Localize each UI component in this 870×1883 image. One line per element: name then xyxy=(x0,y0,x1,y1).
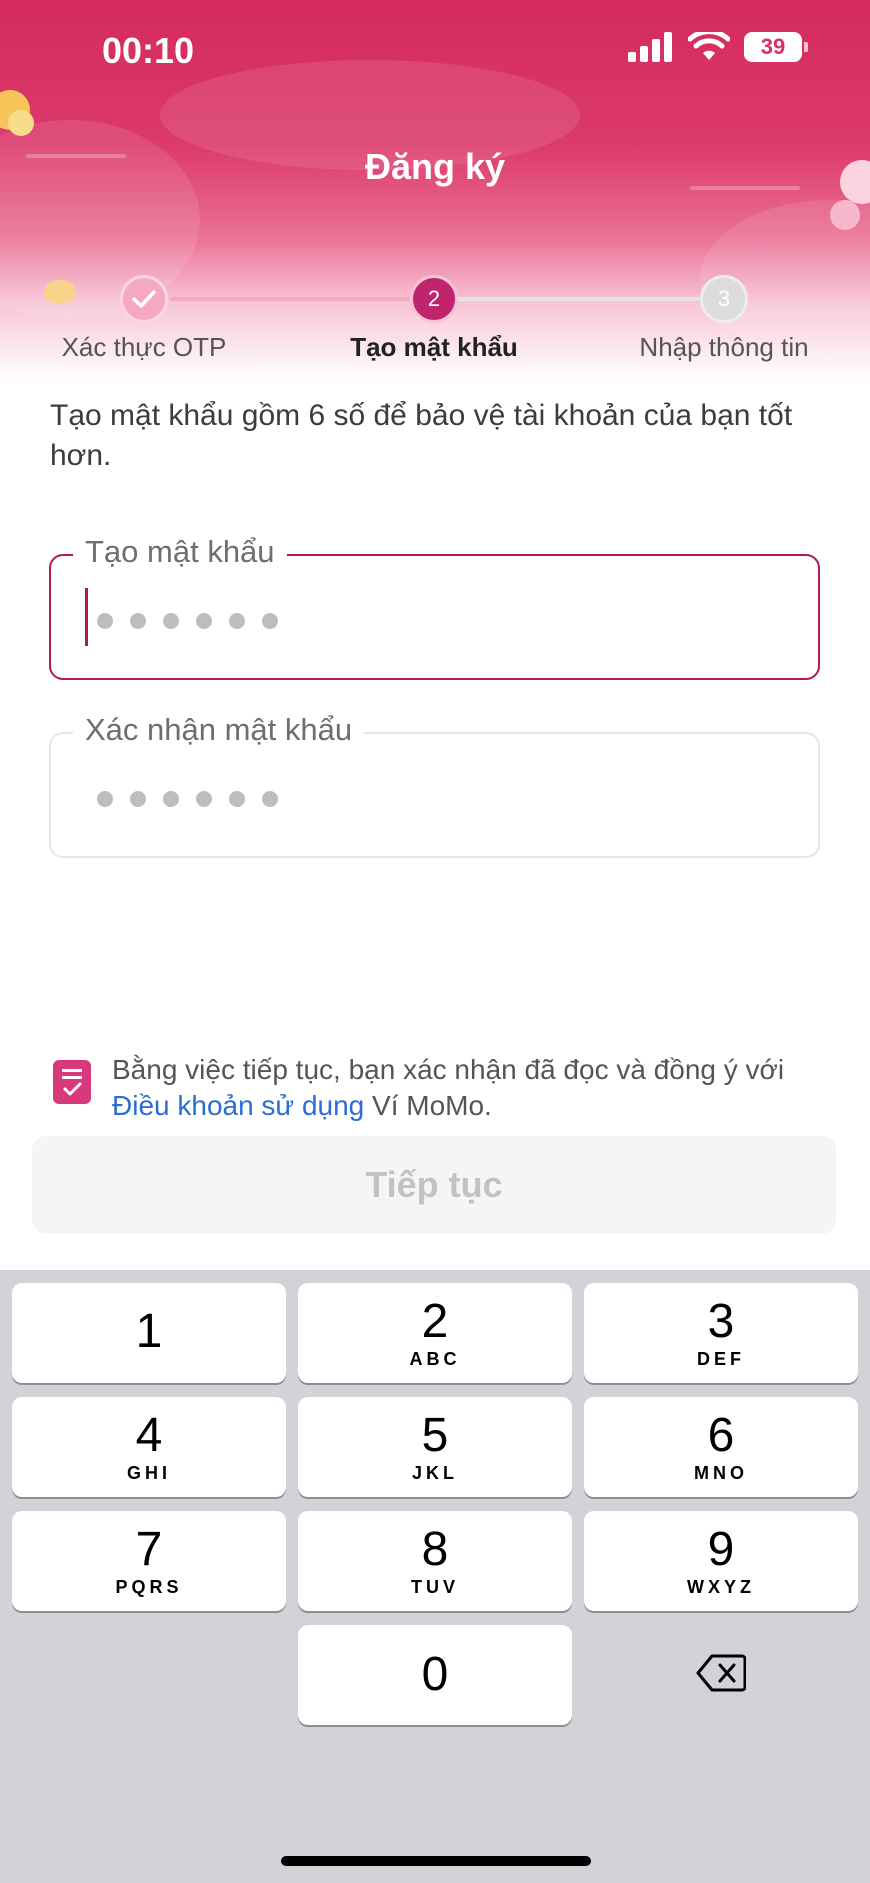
key-number: 8 xyxy=(421,1522,449,1576)
key-number: 4 xyxy=(135,1408,163,1462)
step-3-number: 3 xyxy=(717,286,731,311)
status-time: 00:10 xyxy=(102,30,195,71)
key-letters: GHI xyxy=(126,1462,171,1483)
key-6[interactable]: 6 MNO xyxy=(584,1397,858,1497)
confirm-password-label: Xác nhận mật khẩu xyxy=(73,712,365,748)
key-5[interactable]: 5 JKL xyxy=(298,1397,572,1497)
key-number: 7 xyxy=(135,1522,163,1576)
key-number: 5 xyxy=(421,1408,449,1462)
key-9[interactable]: 9 WXYZ xyxy=(584,1511,858,1611)
digit-placeholder-dot xyxy=(163,791,179,807)
stepper-line-pending xyxy=(458,297,700,301)
key-number: 0 xyxy=(421,1648,449,1701)
digit-placeholder-dot xyxy=(97,791,113,807)
continue-button[interactable]: Tiếp tục xyxy=(32,1136,836,1234)
flower-decoration xyxy=(8,110,34,136)
page-title: Đăng ký xyxy=(364,146,506,187)
key-1[interactable]: 1 xyxy=(12,1283,286,1383)
digit-placeholder-dot xyxy=(229,613,245,629)
digit-placeholder-dot xyxy=(229,791,245,807)
key-number: 1 xyxy=(135,1305,163,1358)
create-password-field[interactable]: Tạo mật khẩu xyxy=(49,534,820,680)
terms-prefix: Bằng việc tiếp tục, bạn xác nhận đã đọc … xyxy=(112,1054,785,1085)
step-1-check-icon xyxy=(120,275,168,323)
key-number: 3 xyxy=(707,1294,735,1348)
home-indicator[interactable] xyxy=(281,1856,591,1866)
step-2-indicator: 2 xyxy=(410,275,458,323)
wifi-icon xyxy=(688,32,730,60)
step-2-number: 2 xyxy=(427,286,441,311)
battery-icon: 39 xyxy=(744,32,808,62)
terms-text: Bằng việc tiếp tục, bạn xác nhận đã đọc … xyxy=(112,1052,802,1124)
key-letters: WXYZ xyxy=(687,1576,755,1597)
status-icons: 39 xyxy=(628,32,808,62)
key-letters: DEF xyxy=(697,1348,745,1369)
flower-decoration xyxy=(44,280,76,304)
step-2-label: Tạo mật khẩu xyxy=(350,332,518,362)
step-1-label: Xác thực OTP xyxy=(61,332,227,362)
key-3[interactable]: 3 DEF xyxy=(584,1283,858,1383)
delete-key[interactable] xyxy=(584,1623,858,1723)
digit-placeholder-dot xyxy=(196,613,212,629)
key-4[interactable]: 4 GHI xyxy=(12,1397,286,1497)
password-dots xyxy=(97,613,278,629)
key-letters: JKL xyxy=(411,1462,458,1483)
key-2[interactable]: 2 ABC xyxy=(298,1283,572,1383)
digit-placeholder-dot xyxy=(163,613,179,629)
step-3-indicator: 3 xyxy=(700,275,748,323)
digit-placeholder-dot xyxy=(130,791,146,807)
digit-placeholder-dot xyxy=(130,613,146,629)
backspace-icon xyxy=(696,1654,746,1692)
key-letters: PQRS xyxy=(115,1576,183,1597)
instruction-text: Tạo mật khẩu gồm 6 số để bảo vệ tài khoả… xyxy=(50,399,793,472)
terms-of-use-link[interactable]: Điều khoản sử dụng xyxy=(112,1090,364,1121)
signal-icon xyxy=(628,32,672,62)
digit-placeholder-dot xyxy=(196,791,212,807)
key-letters: ABC xyxy=(409,1348,461,1369)
confirm-password-dots xyxy=(97,791,278,807)
key-number: 6 xyxy=(707,1408,735,1462)
key-letters: TUV xyxy=(411,1576,459,1597)
terms-document-icon[interactable] xyxy=(53,1060,91,1104)
stepper-line-done xyxy=(170,297,414,301)
step-3-label: Nhập thông tin xyxy=(639,332,809,362)
key-letters: MNO xyxy=(694,1462,748,1483)
digit-placeholder-dot xyxy=(97,613,113,629)
key-number: 2 xyxy=(421,1294,449,1348)
flower-decoration xyxy=(830,200,860,230)
terms-suffix: Ví MoMo. xyxy=(364,1090,492,1121)
create-password-label: Tạo mật khẩu xyxy=(73,534,287,570)
text-caret xyxy=(85,588,88,646)
digit-placeholder-dot xyxy=(262,791,278,807)
key-8[interactable]: 8 TUV xyxy=(298,1511,572,1611)
confirm-password-field[interactable]: Xác nhận mật khẩu xyxy=(49,712,820,858)
key-0[interactable]: 0 xyxy=(298,1625,572,1725)
digit-placeholder-dot xyxy=(262,613,278,629)
key-number: 9 xyxy=(707,1522,735,1576)
key-7[interactable]: 7 PQRS xyxy=(12,1511,286,1611)
